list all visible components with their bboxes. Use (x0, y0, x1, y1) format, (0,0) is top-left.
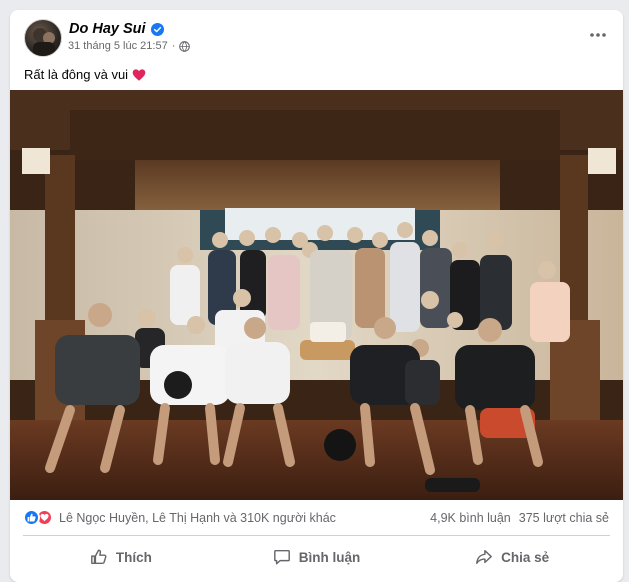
post-stats: Lê Ngọc Huyền, Lê Thị Hạnh và 310K người… (10, 506, 623, 532)
globe-icon (179, 40, 191, 52)
author-name[interactable]: Do Hay Sui (69, 21, 146, 37)
engagement-counts: 4,9K bình luận 375 lượt chia sẻ (430, 511, 609, 525)
comment-icon (273, 549, 290, 565)
comment-label: Bình luận (298, 549, 361, 565)
share-icon (476, 549, 493, 565)
post-photo[interactable] (10, 90, 623, 500)
post-meta: 31 tháng 5 lúc 21:57 · (68, 40, 191, 52)
reactors-text[interactable]: Lê Ngọc Huyền, Lê Thị Hạnh và 310K người… (59, 511, 336, 525)
like-button[interactable]: Thích (23, 540, 219, 574)
post-card: Do Hay Sui 31 tháng 5 lúc 21:57 · Rất là… (10, 10, 623, 582)
share-label: Chia sẻ (501, 549, 550, 565)
red-heart-icon (132, 68, 146, 81)
author-avatar[interactable] (24, 19, 62, 57)
comment-count[interactable]: 4,9K bình luận (430, 511, 511, 525)
share-button[interactable]: Chia sẻ (414, 540, 610, 574)
avatar-image (33, 28, 55, 56)
share-count[interactable]: 375 lượt chia sẻ (519, 511, 609, 525)
verified-badge-icon (150, 22, 164, 36)
author-name-row: Do Hay Sui (69, 21, 164, 37)
comment-button[interactable]: Bình luận (219, 540, 415, 574)
like-label: Thích (115, 549, 152, 565)
group-photo-image (10, 90, 623, 500)
post-header: Do Hay Sui 31 tháng 5 lúc 21:57 · (10, 10, 623, 62)
divider (23, 535, 610, 536)
like-reaction-icon (23, 509, 40, 526)
post-caption: Rất là đông và vui (24, 67, 146, 82)
more-options-button[interactable] (587, 24, 609, 46)
thumbs-up-icon (90, 549, 107, 565)
reaction-summary[interactable]: Lê Ngọc Huyền, Lê Thị Hạnh và 310K người… (23, 509, 336, 526)
post-timestamp[interactable]: 31 tháng 5 lúc 21:57 (68, 40, 168, 52)
action-bar: Thích Bình luận Chia sẻ (23, 540, 610, 574)
more-options-icon (590, 33, 606, 37)
caption-text: Rất là đông và vui (24, 67, 129, 82)
